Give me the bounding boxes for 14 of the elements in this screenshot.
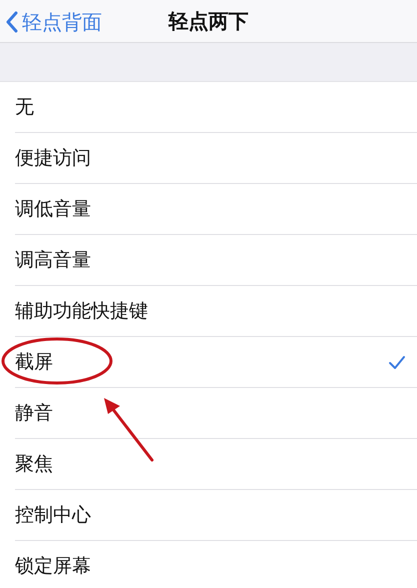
option-label: 便捷访问 — [15, 146, 91, 172]
chevron-left-icon — [6, 10, 18, 32]
option-label: 聚焦 — [15, 452, 53, 478]
option-label: 调高音量 — [15, 248, 91, 274]
page-title: 轻点两下 — [168, 8, 248, 35]
option-label: 调低音量 — [15, 197, 91, 222]
back-button[interactable]: 轻点背面 — [6, 0, 102, 43]
option-label: 静音 — [15, 401, 53, 426]
option-label: 控制中心 — [15, 503, 91, 528]
option-label: 无 — [15, 95, 34, 120]
pointer-arrow — [104, 398, 154, 462]
option-label: 辅助功能快捷键 — [15, 299, 148, 324]
option-label: 锁定屏幕 — [15, 554, 91, 580]
option-label: 截屏 — [15, 350, 53, 376]
